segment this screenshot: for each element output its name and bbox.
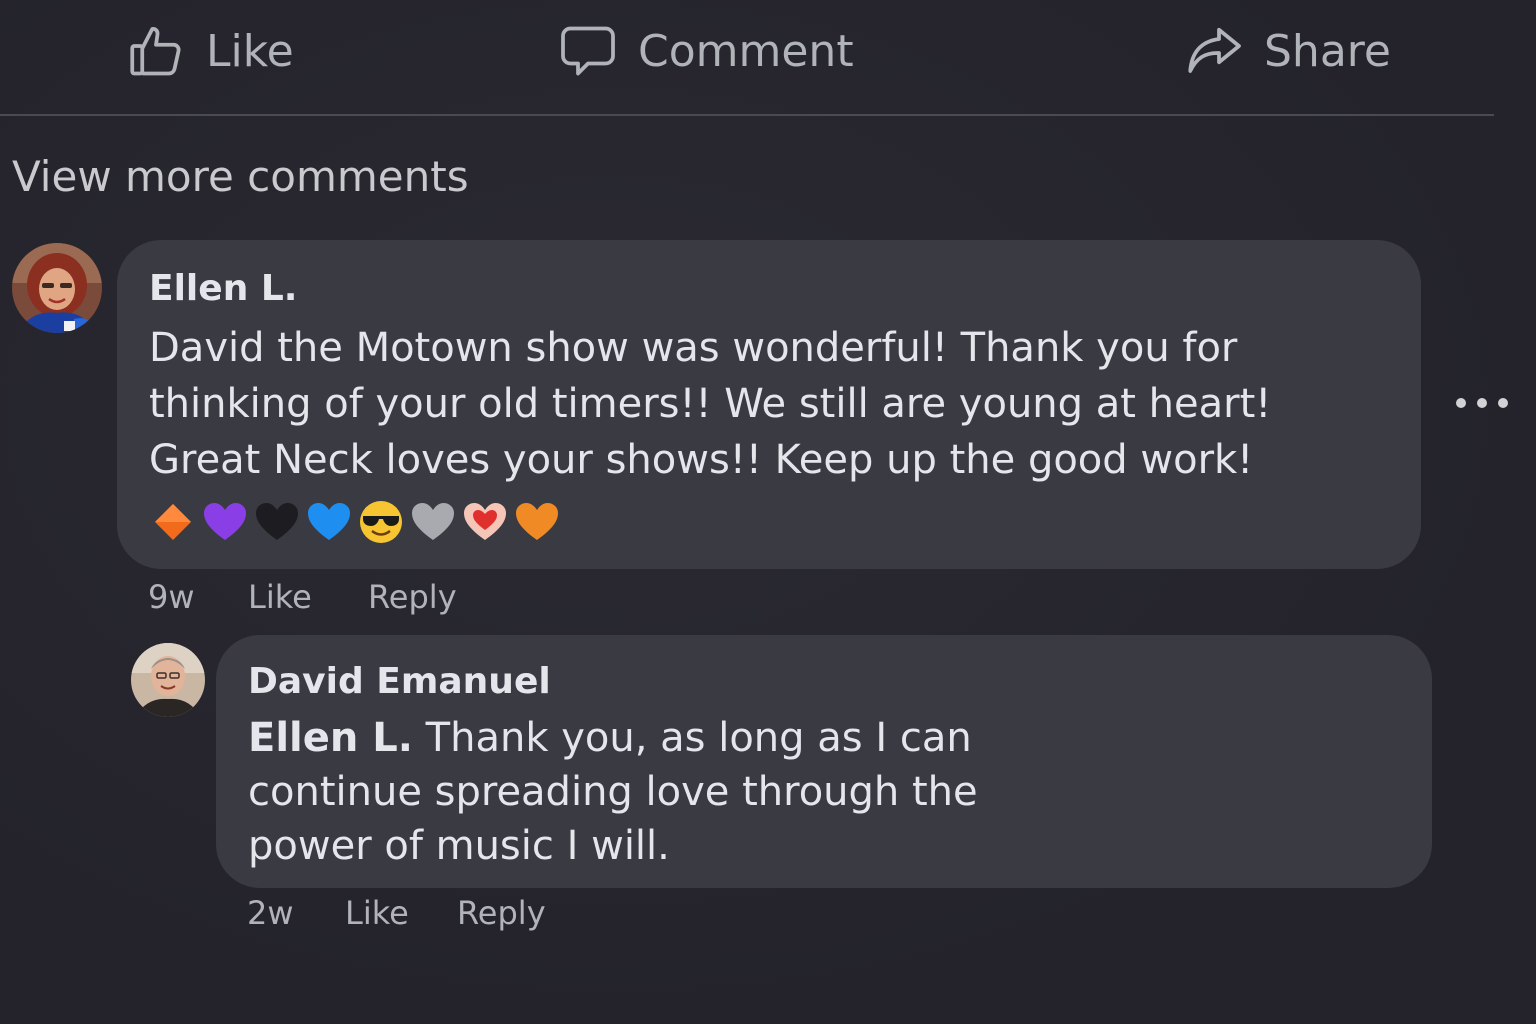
thumbs-up-icon [126,21,186,81]
speech-bubble-icon [558,21,618,81]
reply-bubble: David Emanuel Ellen L. Thank you, as lon… [216,635,1432,888]
comment-author[interactable]: Ellen L. [149,264,1389,314]
post-action-bar: Like Comment Share [0,0,1494,116]
like-button[interactable]: Like [126,20,294,82]
share-label: Share [1264,25,1391,77]
black-heart-icon [253,498,301,546]
blue-heart-icon [305,498,353,546]
share-button[interactable]: Share [1184,20,1391,82]
reply-author[interactable]: David Emanuel [248,657,1400,707]
orange-heart-icon [513,498,561,546]
emoji-row [149,498,1389,546]
avatar[interactable] [12,243,102,333]
reply-timestamp[interactable]: 2w [247,894,345,932]
comment-meta: 9w Like Reply [148,578,457,616]
comment-bubble: Ellen L. David the Motown show was wonde… [117,240,1421,569]
reply-text: Ellen L. Thank you, as long as I can con… [248,711,1108,873]
sunglasses-face-icon [357,498,405,546]
like-label: Like [206,25,294,77]
avatar[interactable] [131,643,205,717]
mention-link[interactable]: Ellen L. [248,715,413,761]
view-more-comments-link[interactable]: View more comments [12,152,469,201]
reply-reply-button[interactable]: Reply [457,894,546,932]
comment-text: David the Motown show was wonderful! Tha… [149,325,1272,483]
reply-like-button[interactable]: Like [345,894,457,932]
comment-reply-button[interactable]: Reply [368,578,457,616]
reply-meta: 2w Like Reply [247,894,546,932]
heart-in-heart-icon [461,498,509,546]
ellipsis-icon [1456,398,1466,408]
more-options-button[interactable] [1456,388,1508,418]
comment-button[interactable]: Comment [558,20,854,82]
comment-like-button[interactable]: Like [248,578,368,616]
orange-diamond-icon [149,498,197,546]
share-arrow-icon [1184,21,1244,81]
purple-heart-icon [201,498,249,546]
grey-heart-icon [409,498,457,546]
comment-timestamp[interactable]: 9w [148,578,248,616]
comment-label: Comment [638,25,854,77]
